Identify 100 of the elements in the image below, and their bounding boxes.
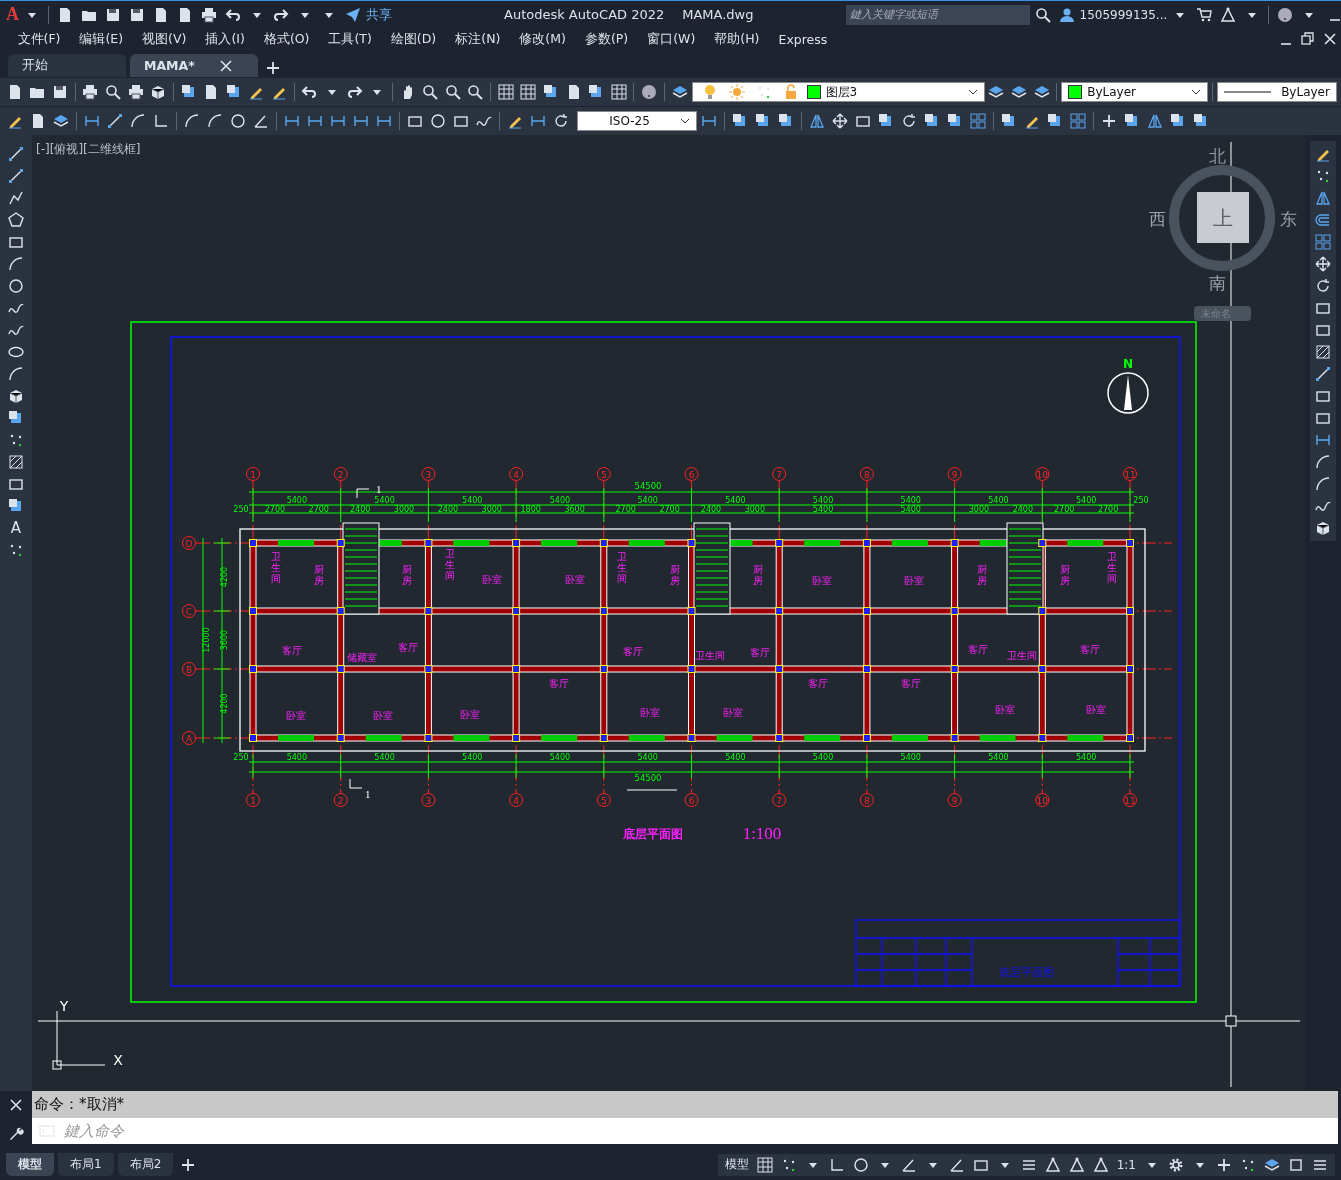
triangle-icon[interactable] — [1219, 5, 1238, 24]
search-icon[interactable] — [466, 83, 485, 101]
cube-icon[interactable] — [1314, 519, 1332, 537]
menu-item[interactable]: Express — [769, 31, 837, 47]
search-icon[interactable] — [444, 83, 462, 101]
layers-icon[interactable] — [1032, 83, 1051, 101]
print-icon[interactable] — [81, 83, 100, 101]
linetype-dropdown[interactable]: ByLayer — [1216, 82, 1337, 102]
search-icon[interactable] — [421, 83, 439, 101]
color-dropdown[interactable]: ByLayer — [1061, 82, 1208, 102]
plus-icon[interactable] — [1100, 112, 1118, 130]
menu-item[interactable]: 文件(F) — [8, 30, 70, 48]
restore-icon[interactable] — [1299, 30, 1317, 48]
search-field[interactable]: 鍵入关键字或短语 — [845, 4, 1030, 25]
grid-icon[interactable] — [519, 83, 538, 101]
viewport-label[interactable]: [-][俯视][二维线框] — [36, 142, 141, 156]
arc-icon[interactable] — [183, 112, 201, 130]
mirror-icon[interactable] — [1146, 112, 1164, 130]
help-icon[interactable] — [1276, 5, 1295, 24]
circle-icon[interactable] — [429, 112, 447, 130]
circle-icon[interactable] — [229, 112, 247, 130]
layout-tab[interactable]: 布局1 — [58, 1153, 114, 1176]
send-icon[interactable] — [344, 5, 362, 24]
circle-icon[interactable] — [851, 1155, 870, 1174]
arc-icon[interactable] — [7, 255, 25, 273]
arc-icon[interactable] — [7, 365, 25, 383]
mirror-icon[interactable] — [1314, 189, 1332, 207]
menu-item[interactable]: 窗口(W) — [637, 30, 705, 48]
cube-icon[interactable] — [7, 387, 25, 405]
layer-dropdown[interactable]: 图层3 — [691, 82, 985, 102]
menu-item[interactable]: 格式(O) — [254, 30, 319, 48]
search-icon[interactable] — [104, 83, 122, 101]
menu-item[interactable]: 绘图(D) — [381, 30, 446, 48]
line-icon[interactable] — [1314, 365, 1332, 383]
compass-south[interactable]: 南 — [1208, 273, 1226, 293]
grid-icon[interactable] — [497, 83, 515, 101]
arc-icon[interactable] — [129, 112, 147, 130]
rotate-icon[interactable] — [900, 112, 918, 130]
plus-icon[interactable] — [264, 59, 282, 77]
triangle-icon[interactable] — [1091, 1155, 1110, 1174]
layers-icon[interactable] — [670, 83, 689, 101]
grid-icon[interactable] — [755, 1155, 774, 1174]
viewcube[interactable] — [1169, 165, 1275, 271]
mirror-icon[interactable] — [808, 112, 826, 130]
rotate-icon[interactable] — [1314, 277, 1332, 295]
menu-item[interactable]: 工具(T) — [318, 30, 382, 48]
print-icon[interactable] — [200, 5, 218, 24]
grid-icon[interactable] — [609, 83, 628, 101]
array-icon[interactable] — [969, 112, 987, 130]
layers-icon[interactable] — [52, 112, 70, 130]
menu-item[interactable]: 插入(I) — [195, 30, 255, 48]
annotation-scale[interactable]: 1:1 — [1113, 1157, 1139, 1172]
arc-icon[interactable] — [1314, 453, 1332, 471]
triangle-icon[interactable] — [1043, 1155, 1062, 1174]
layout-tab[interactable]: 布局2 — [117, 1153, 174, 1176]
compass-east[interactable]: 东 — [1279, 209, 1297, 229]
triangle-icon[interactable] — [1067, 1155, 1086, 1174]
move-icon[interactable] — [831, 112, 849, 130]
line-icon[interactable] — [7, 167, 25, 185]
arc-icon[interactable] — [1314, 475, 1332, 493]
help-icon[interactable] — [640, 83, 658, 101]
menu-item[interactable]: 帮助(H) — [704, 30, 769, 48]
share-link[interactable]: 共享 — [366, 5, 392, 24]
offset-icon[interactable] — [1314, 211, 1332, 229]
corner-icon[interactable] — [152, 112, 170, 130]
layers-icon[interactable] — [1010, 83, 1028, 101]
compass-north[interactable]: 北 — [1208, 146, 1226, 166]
app-logo[interactable]: A — [6, 4, 19, 25]
file-tab[interactable]: 开始 — [8, 54, 126, 77]
cart-icon[interactable] — [1195, 5, 1214, 24]
menu-item[interactable]: 标注(N) — [445, 30, 510, 48]
layout-tab[interactable]: 模型 — [6, 1153, 54, 1176]
rotate-icon[interactable] — [552, 112, 570, 130]
line-icon[interactable] — [106, 112, 124, 130]
cube-icon[interactable] — [149, 83, 167, 101]
line-icon[interactable] — [7, 145, 25, 163]
viewcube-face[interactable]: 上 — [1213, 206, 1233, 230]
print-icon[interactable] — [126, 83, 145, 101]
menu-item[interactable]: 修改(M) — [509, 30, 576, 48]
polygon-icon[interactable] — [7, 211, 25, 229]
polyline-icon[interactable] — [7, 189, 25, 207]
undo-arrow-icon[interactable] — [300, 83, 319, 101]
circle-icon[interactable] — [7, 277, 25, 295]
save-icon[interactable] — [51, 83, 69, 101]
array-icon[interactable] — [1314, 233, 1332, 251]
menu-item[interactable]: 参数(P) — [575, 30, 638, 48]
search-icon[interactable] — [1033, 5, 1052, 24]
hatch-icon[interactable] — [7, 453, 25, 471]
move-icon[interactable] — [1314, 255, 1332, 273]
hatch-icon[interactable] — [1314, 343, 1332, 361]
command-line-field[interactable]: 鍵入命令 — [32, 1118, 1338, 1144]
dimstyle-dropdown[interactable]: ISO-25 — [577, 111, 697, 131]
user-name[interactable]: 1505999135... — [1079, 7, 1168, 22]
arc-icon[interactable] — [206, 112, 224, 130]
menu-item[interactable]: 视图(V) — [132, 30, 196, 48]
menu-item[interactable]: 编辑(E) — [69, 30, 133, 48]
redo-arrow-icon[interactable] — [345, 83, 364, 101]
array-icon[interactable] — [1069, 112, 1087, 130]
layers-icon[interactable] — [987, 83, 1006, 101]
compass-west[interactable]: 西 — [1148, 209, 1166, 229]
